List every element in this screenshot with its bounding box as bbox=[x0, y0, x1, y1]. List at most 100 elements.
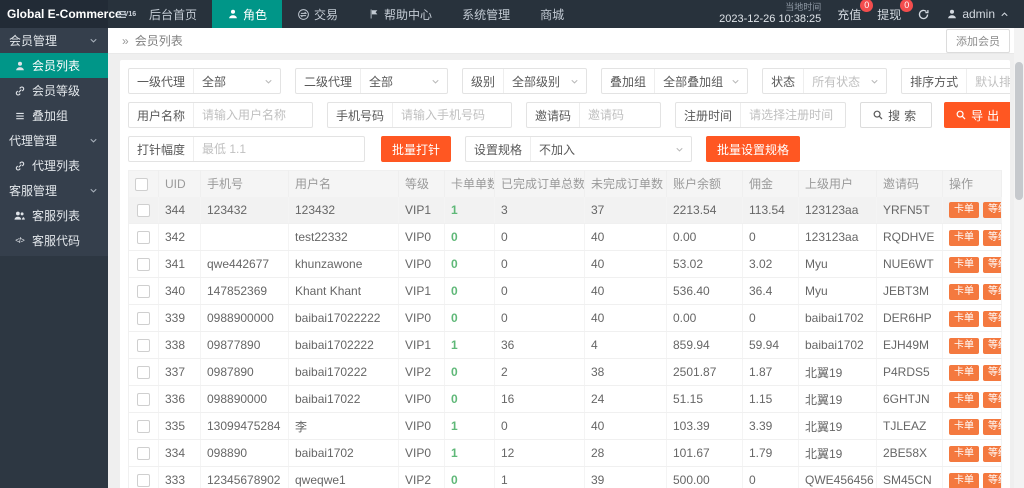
action-button-2[interactable]: 等级 bbox=[983, 365, 1002, 381]
action-button-2[interactable]: 等级 bbox=[983, 473, 1002, 488]
nav-item-label: 交易 bbox=[314, 6, 338, 23]
nav-item-5[interactable]: 系统管理 bbox=[447, 0, 525, 28]
add-member-button[interactable]: 添加会员 bbox=[946, 29, 1010, 53]
nav-item-3[interactable]: 交易 bbox=[282, 0, 353, 28]
row-checkbox[interactable] bbox=[137, 366, 150, 379]
person-icon bbox=[13, 60, 26, 72]
link-icon bbox=[13, 160, 26, 172]
action-button-2[interactable]: 等级 bbox=[983, 419, 1002, 435]
filter-select[interactable]: 所有状态 bbox=[804, 73, 886, 90]
sidebar-item-9[interactable]: </>客服代码 bbox=[0, 228, 108, 253]
action-button-1[interactable]: 卡单 bbox=[949, 419, 979, 435]
filter-select[interactable]: 全部级别 bbox=[504, 73, 586, 90]
row-checkbox[interactable] bbox=[137, 285, 150, 298]
cell-commission: 1.87 bbox=[743, 359, 799, 386]
refresh-icon[interactable] bbox=[917, 8, 930, 21]
export-button[interactable]: 导出 bbox=[944, 102, 1010, 128]
cell-completed-orders: 36 bbox=[495, 332, 585, 359]
cell-completed-orders: 0 bbox=[495, 251, 585, 278]
batch-inject-button[interactable]: 批量打针 bbox=[381, 136, 451, 162]
cell-phone: 09877890 bbox=[201, 332, 289, 359]
local-time-label: 当地时间 bbox=[719, 2, 821, 13]
filter-input[interactable] bbox=[580, 103, 660, 127]
sidebar-item-8[interactable]: 客服列表 bbox=[0, 203, 108, 228]
spec-select[interactable]: 不加入 bbox=[531, 141, 691, 158]
cell-invite-code: SM45CN bbox=[877, 467, 943, 488]
action-button-2[interactable]: 等级 bbox=[983, 230, 1002, 246]
action-button-1[interactable]: 卡单 bbox=[949, 365, 979, 381]
action-button-2[interactable]: 等级 bbox=[983, 338, 1002, 354]
action-button-1[interactable]: 卡单 bbox=[949, 230, 979, 246]
sidebar-item-4[interactable]: 叠加组 bbox=[0, 103, 108, 128]
table-row: 341qwe442677khunzawoneVIP0004053.023.02M… bbox=[129, 251, 1002, 278]
action-button-1[interactable]: 卡单 bbox=[949, 257, 979, 273]
search-button[interactable]: 搜索 bbox=[860, 102, 932, 128]
recharge-badge: 0 bbox=[860, 0, 873, 12]
filter-select[interactable]: 全部 bbox=[361, 73, 447, 90]
row-checkbox[interactable] bbox=[137, 339, 150, 352]
nav-item-2[interactable]: 角色 bbox=[212, 0, 282, 28]
nav-item-4[interactable]: 帮助中心 bbox=[353, 0, 447, 28]
filter-input[interactable] bbox=[194, 103, 312, 127]
filter-select[interactable]: 默认排序 bbox=[967, 73, 1010, 90]
action-button-1[interactable]: 卡单 bbox=[949, 311, 979, 327]
action-button-2[interactable]: 等级 bbox=[983, 446, 1002, 462]
nav-item-6[interactable]: 商城 bbox=[525, 0, 579, 28]
action-button-2[interactable]: 等级 bbox=[983, 257, 1002, 273]
cell-commission: 3.02 bbox=[743, 251, 799, 278]
cell-card-orders: 0 bbox=[445, 467, 495, 488]
row-checkbox[interactable] bbox=[137, 231, 150, 244]
select-all-checkbox[interactable] bbox=[135, 178, 148, 191]
recharge-button[interactable]: 充值 0 bbox=[837, 6, 861, 23]
cell-actions: 卡单等级余额编辑… bbox=[943, 251, 1002, 278]
cell-uid: 337 bbox=[159, 359, 201, 386]
inject-range-input[interactable] bbox=[194, 137, 364, 161]
action-button-2[interactable]: 等级 bbox=[983, 284, 1002, 300]
nav-item-1[interactable]: 后台首页 bbox=[134, 0, 212, 28]
row-checkbox[interactable] bbox=[137, 420, 150, 433]
action-button-2[interactable]: 等级 bbox=[983, 202, 1002, 218]
filter-input[interactable] bbox=[393, 103, 511, 127]
sidebar-group-7[interactable]: 客服管理 bbox=[0, 178, 108, 203]
breadcrumb-label: 会员列表 bbox=[135, 32, 183, 49]
filter-select[interactable]: 全部 bbox=[194, 73, 280, 90]
action-button-1[interactable]: 卡单 bbox=[949, 473, 979, 488]
cell-username: qweqwe1 bbox=[289, 467, 399, 488]
action-button-1[interactable]: 卡单 bbox=[949, 446, 979, 462]
row-checkbox[interactable] bbox=[137, 312, 150, 325]
cell-card-orders: 0 bbox=[445, 386, 495, 413]
cell-username: 李 bbox=[289, 413, 399, 440]
row-checkbox[interactable] bbox=[137, 474, 150, 487]
table-row: 33312345678902qweqwe1VIP20139500.000QWE4… bbox=[129, 467, 1002, 488]
sidebar-item-6[interactable]: 代理列表 bbox=[0, 153, 108, 178]
filter-input[interactable] bbox=[741, 103, 845, 127]
row-checkbox[interactable] bbox=[137, 258, 150, 271]
withdraw-label: 提现 bbox=[877, 8, 901, 22]
cell-balance: 103.39 bbox=[667, 413, 743, 440]
hamburger-menu-icon[interactable] bbox=[108, 0, 134, 28]
cell-phone: 12345678902 bbox=[201, 467, 289, 488]
cell-username: baibai17022222 bbox=[289, 305, 399, 332]
withdraw-button[interactable]: 提现 0 bbox=[877, 6, 901, 23]
filter-select[interactable]: 全部叠加组 bbox=[655, 73, 747, 90]
chevron-down-icon bbox=[88, 135, 99, 146]
batch-spec-button[interactable]: 批量设置规格 bbox=[706, 136, 800, 162]
action-button-1[interactable]: 卡单 bbox=[949, 284, 979, 300]
sidebar-item-3[interactable]: 会员等级 bbox=[0, 78, 108, 103]
cell-actions: 卡单等级余额编辑… bbox=[943, 305, 1002, 332]
admin-menu[interactable]: admin bbox=[946, 7, 1010, 21]
action-button-1[interactable]: 卡单 bbox=[949, 202, 979, 218]
sidebar-group-5[interactable]: 代理管理 bbox=[0, 128, 108, 153]
cell-phone: 123432 bbox=[201, 197, 289, 224]
action-button-1[interactable]: 卡单 bbox=[949, 392, 979, 408]
sidebar-group-1[interactable]: 会员管理 bbox=[0, 28, 108, 53]
cell-pending-orders: 4 bbox=[585, 332, 667, 359]
row-checkbox[interactable] bbox=[137, 447, 150, 460]
scrollbar-thumb[interactable] bbox=[1015, 62, 1023, 200]
action-button-2[interactable]: 等级 bbox=[983, 311, 1002, 327]
action-button-1[interactable]: 卡单 bbox=[949, 338, 979, 354]
row-checkbox[interactable] bbox=[137, 393, 150, 406]
row-checkbox[interactable] bbox=[137, 204, 150, 217]
sidebar-item-2[interactable]: 会员列表 bbox=[0, 53, 108, 78]
action-button-2[interactable]: 等级 bbox=[983, 392, 1002, 408]
